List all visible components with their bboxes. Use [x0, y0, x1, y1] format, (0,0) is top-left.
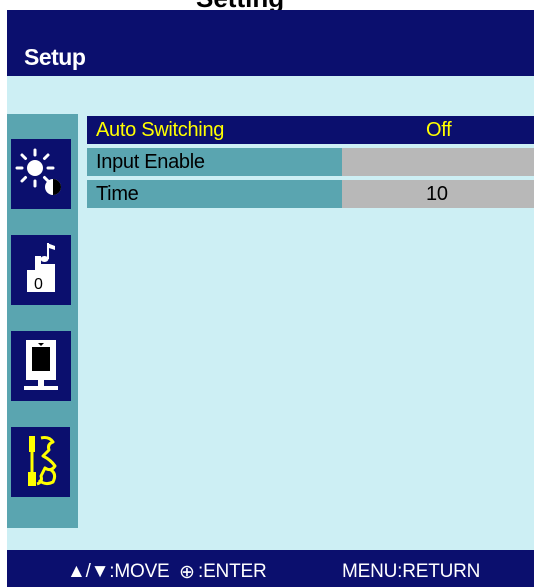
- screen-position-icon: [24, 340, 58, 390]
- sidebar-item-audio[interactable]: 0: [11, 235, 71, 305]
- enter-icon: ⊕: [179, 562, 195, 583]
- return-hint: MENU:RETURN: [342, 561, 481, 582]
- menu-row-time[interactable]: Time 10: [87, 180, 534, 208]
- menu-row-value-cell: [342, 148, 534, 176]
- sidebar-item-setup[interactable]: [11, 427, 70, 497]
- menu-row-input-enable[interactable]: Input Enable: [87, 148, 534, 176]
- setup-tools-icon: [27, 436, 56, 486]
- menu-row-label: Auto Switching: [96, 119, 225, 141]
- menu-row-label: Time: [87, 180, 342, 208]
- enter-hint: :ENTER: [198, 561, 267, 582]
- osd-content: 0 Auto Switching Off Input Enable Time 1…: [7, 76, 534, 550]
- menu-row-auto-switching[interactable]: Auto Switching Off: [87, 116, 534, 144]
- window-title-text: Setting: [196, 0, 284, 10]
- menu-row-value: Off: [426, 119, 452, 141]
- svg-text:0: 0: [34, 276, 43, 293]
- audio-icon: 0: [27, 243, 55, 293]
- category-sidebar: 0: [7, 114, 78, 528]
- menu-row-label: Input Enable: [87, 148, 342, 176]
- sidebar-item-picture[interactable]: [11, 139, 71, 209]
- window-title-fragment: Setting: [0, 0, 541, 10]
- key-hint-bar: ▲/▼:MOVE ⊕ :ENTER MENU:RETURN: [7, 550, 534, 587]
- page-title: Setup: [24, 44, 86, 70]
- menu-row-value: 10: [426, 183, 448, 205]
- sidebar-item-position[interactable]: [11, 331, 71, 401]
- brightness-contrast-icon: [15, 148, 61, 195]
- move-hint: ▲/▼:MOVE: [67, 561, 170, 582]
- menu-row-value-cell: 10: [342, 180, 534, 208]
- osd-header: Setup: [7, 10, 534, 76]
